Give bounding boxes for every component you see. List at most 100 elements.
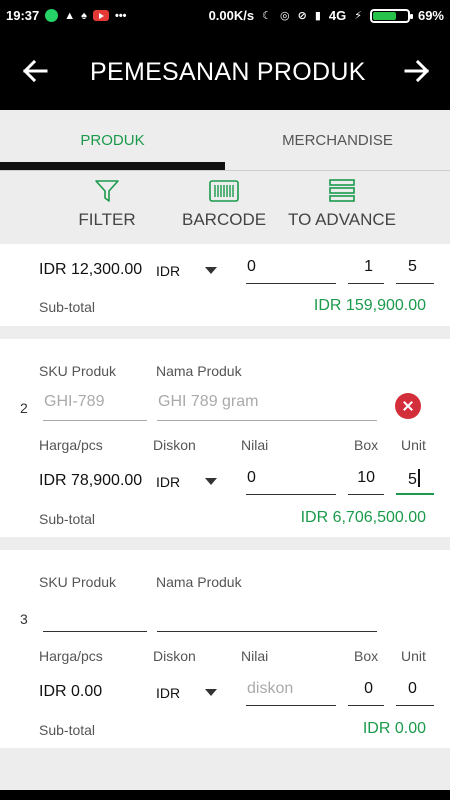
value-label: Nilai xyxy=(241,648,269,664)
barcode-label: BARCODE xyxy=(182,210,267,229)
discount-type-value: IDR xyxy=(156,474,181,490)
discount-label: Diskon xyxy=(153,648,196,664)
box-label: Box xyxy=(354,437,379,453)
unit-input[interactable]: 0 xyxy=(396,680,434,706)
sku-input[interactable] xyxy=(43,604,147,632)
box-text: 0 xyxy=(364,680,373,697)
row-number: 3 xyxy=(20,611,28,627)
status-bar: 19:37 ▲ ♠ ••• 0.00K/s ☾ ◎ ⊘ ▮ 4G ⚡ 69% xyxy=(0,0,450,32)
discount-value-text: 0 xyxy=(247,258,256,275)
sync-icon: ◎ xyxy=(280,9,290,22)
product-name-text: GHI 789 gram xyxy=(158,393,259,410)
discount-label: Diskon xyxy=(153,437,196,453)
unit-input[interactable]: 5 xyxy=(396,258,434,284)
box-text: 10 xyxy=(357,469,375,486)
tab-merchandise[interactable]: MERCHANDISE xyxy=(225,110,450,170)
tab-produk[interactable]: PRODUK xyxy=(0,110,225,170)
product-item-2: SKU Produk Nama Produk 2 GHI-789 GHI 789… xyxy=(0,339,450,537)
app-notification-icon: ♠ xyxy=(81,9,87,22)
row-number: 2 xyxy=(20,400,28,416)
barcode-button[interactable]: BARCODE xyxy=(182,176,266,230)
remove-item-button[interactable] xyxy=(395,393,421,419)
box-text: 1 xyxy=(364,258,373,275)
youtube-icon xyxy=(92,10,109,21)
product-item-3: SKU Produk Nama Produk 3 Harga/pcs Disko… xyxy=(0,550,450,748)
sku-input[interactable]: GHI-789 xyxy=(43,393,147,421)
chevron-down-icon xyxy=(205,478,217,485)
tab-bar: PRODUK MERCHANDISE xyxy=(0,110,450,170)
tab-indicator xyxy=(0,162,225,170)
tabs-divider xyxy=(0,170,450,171)
vibrate-off-icon: ⊘ xyxy=(297,9,307,22)
network-type: 4G xyxy=(328,8,347,23)
unit-text: 0 xyxy=(408,680,417,697)
price-label: Harga/pcs xyxy=(39,648,103,664)
action-toolbar: FILTER BARCODE TO ADVANCE xyxy=(0,176,450,242)
price-value: IDR 78,900.00 xyxy=(39,472,143,489)
filter-button[interactable]: FILTER xyxy=(78,176,136,230)
unit-label: Unit xyxy=(401,437,426,453)
more-notifications-icon: ••• xyxy=(114,9,127,22)
box-input[interactable]: 0 xyxy=(348,680,384,706)
value-label: Nilai xyxy=(241,437,269,453)
unit-text: 5 xyxy=(408,258,417,275)
navigation-bar xyxy=(0,790,450,800)
app-header: PEMESANAN PRODUK xyxy=(0,32,450,110)
tab-merchandise-label: MERCHANDISE xyxy=(282,132,393,149)
subtotal-value: IDR 0.00 xyxy=(362,720,426,737)
discount-type-value: IDR xyxy=(156,685,181,701)
text-cursor xyxy=(417,469,420,487)
chevron-down-icon xyxy=(205,267,217,274)
discount-value-input[interactable]: 0 xyxy=(246,469,336,495)
to-advance-button[interactable]: TO ADVANCE xyxy=(288,176,396,230)
arrow-left-icon[interactable] xyxy=(20,56,50,86)
charging-icon: ⚡ xyxy=(354,9,362,22)
moon-icon: ☾ xyxy=(262,9,272,22)
signal-icon: ▮ xyxy=(314,9,321,22)
chevron-down-icon xyxy=(205,689,217,696)
to-advance-label: TO ADVANCE xyxy=(288,210,397,229)
filter-icon xyxy=(95,180,119,202)
whatsapp-icon xyxy=(45,9,59,22)
status-time: 19:37 xyxy=(6,8,40,23)
sku-label: SKU Produk xyxy=(39,574,117,590)
unit-text: 5 xyxy=(408,471,417,488)
product-name-label: Nama Produk xyxy=(156,363,242,379)
battery-icon xyxy=(369,8,413,23)
order-page: 19:37 ▲ ♠ ••• 0.00K/s ☾ ◎ ⊘ ▮ 4G ⚡ 69% P… xyxy=(0,0,450,800)
product-name-label: Nama Produk xyxy=(156,574,242,590)
discount-placeholder-text: diskon xyxy=(247,680,294,697)
box-label: Box xyxy=(354,648,379,664)
arrow-right-icon[interactable] xyxy=(402,56,432,86)
battery-fill xyxy=(372,11,396,20)
product-name-input[interactable]: GHI 789 gram xyxy=(157,393,377,421)
subtotal-label: Sub-total xyxy=(39,299,96,315)
tab-produk-label: PRODUK xyxy=(80,132,145,149)
network-speed: 0.00K/s xyxy=(208,8,255,23)
filter-label: FILTER xyxy=(78,210,136,229)
battery-percent: 69% xyxy=(417,8,444,23)
discount-value-text: 0 xyxy=(247,469,256,486)
product-item-1: IDR 12,300.00 IDR 0 1 5 Sub-total IDR 15… xyxy=(0,244,450,326)
notification-icon: ▲ xyxy=(64,9,76,22)
subtotal-label: Sub-total xyxy=(39,511,96,527)
list-icon xyxy=(329,179,355,202)
unit-label: Unit xyxy=(401,648,426,664)
subtotal-value: IDR 6,706,500.00 xyxy=(300,509,426,526)
discount-type-value: IDR xyxy=(156,263,181,279)
price-value: IDR 12,300.00 xyxy=(39,261,143,278)
price-label: Harga/pcs xyxy=(39,437,103,453)
box-input[interactable]: 1 xyxy=(348,258,384,284)
box-input[interactable]: 10 xyxy=(348,469,384,495)
barcode-icon xyxy=(209,180,239,202)
sku-label: SKU Produk xyxy=(39,363,117,379)
product-name-input[interactable] xyxy=(157,604,377,632)
subtotal-label: Sub-total xyxy=(39,722,96,738)
discount-value-input[interactable]: diskon xyxy=(246,680,336,706)
subtotal-value: IDR 159,900.00 xyxy=(313,297,426,314)
sku-text: GHI-789 xyxy=(44,393,105,410)
page-title: PEMESANAN PRODUK xyxy=(90,58,366,86)
discount-value-input[interactable]: 0 xyxy=(246,258,336,284)
unit-input[interactable]: 5 xyxy=(396,469,434,495)
price-value: IDR 0.00 xyxy=(39,683,103,700)
